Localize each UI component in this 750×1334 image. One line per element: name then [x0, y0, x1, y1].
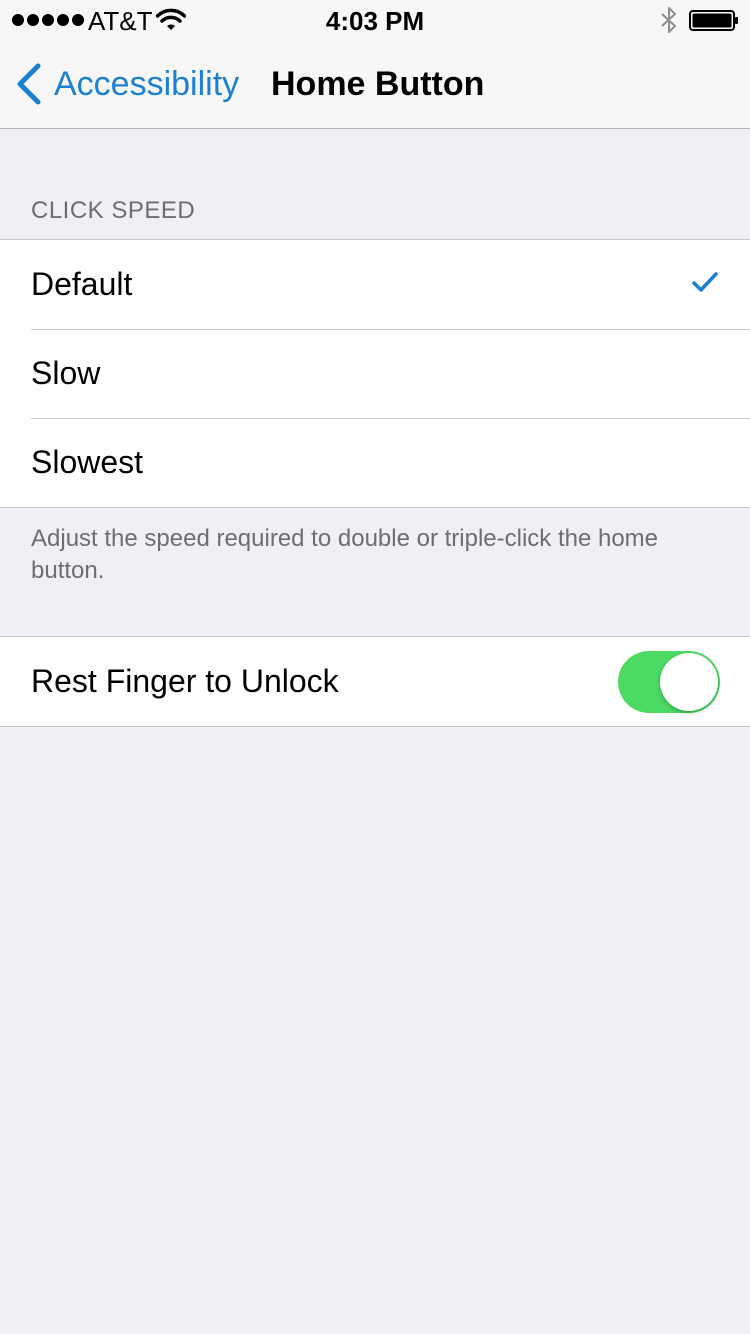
- navigation-bar: Accessibility Home Button: [0, 40, 750, 129]
- chevron-left-icon: [17, 63, 41, 105]
- page-title: Home Button: [271, 65, 485, 103]
- click-speed-group: Default Slow Slowest: [0, 239, 750, 508]
- click-speed-footer: Adjust the speed required to double or t…: [31, 525, 659, 584]
- rest-finger-label: Rest Finger to Unlock: [31, 663, 339, 699]
- status-bar: AT&T 4:03 PM: [0, 0, 750, 40]
- back-button-label: Accessibility: [54, 65, 240, 103]
- checkmark-icon: [692, 272, 718, 292]
- option-label: Slow: [31, 355, 101, 391]
- toggle-knob: [660, 653, 718, 711]
- back-button[interactable]: Accessibility: [14, 62, 239, 106]
- battery-icon: [689, 10, 738, 31]
- option-label: Default: [31, 266, 133, 302]
- option-default[interactable]: Default: [0, 240, 750, 329]
- option-slow[interactable]: Slow: [0, 329, 750, 418]
- rest-finger-group: Rest Finger to Unlock: [0, 636, 750, 727]
- click-speed-header: CLICK SPEED: [31, 197, 196, 224]
- option-label: Slowest: [31, 444, 144, 480]
- rest-finger-row: Rest Finger to Unlock: [0, 637, 750, 726]
- option-slowest[interactable]: Slowest: [0, 418, 750, 507]
- bluetooth-icon: [661, 7, 676, 33]
- rest-finger-toggle[interactable]: [618, 651, 720, 713]
- status-time: 4:03 PM: [325, 6, 425, 36]
